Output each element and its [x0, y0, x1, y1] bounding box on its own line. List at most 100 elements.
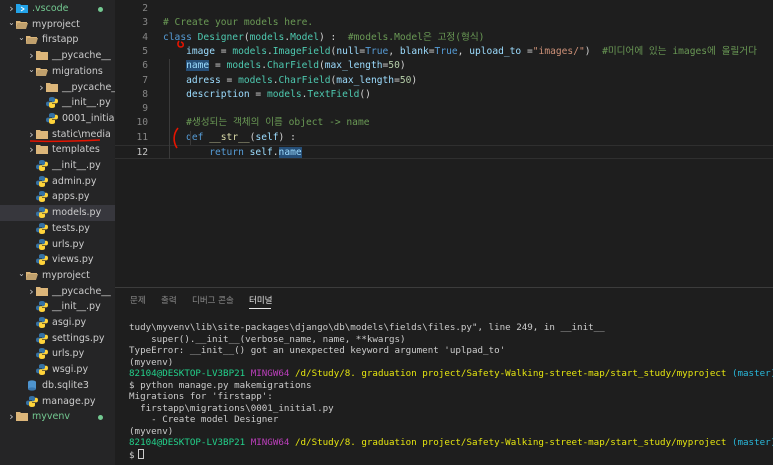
code-token: null	[336, 45, 360, 57]
explorer-item-views-py[interactable]: views.py	[0, 252, 115, 268]
explorer-item-templates[interactable]: › templates	[0, 142, 115, 158]
chevron-down-icon[interactable]: ⌄	[27, 65, 36, 74]
code-token: True	[365, 45, 389, 57]
code-line-11[interactable]: 11 def __str__(self) :	[115, 131, 773, 145]
folder-open-icon	[26, 270, 38, 281]
code-token: models	[249, 31, 285, 43]
chevron-down-icon[interactable]: ⌄	[17, 269, 26, 278]
code-token: TextField	[307, 88, 360, 100]
explorer-item-pycache[interactable]: › __pycache__	[0, 283, 115, 299]
chevron-down-icon[interactable]: ⌄	[17, 33, 26, 42]
code-token: # Create your models here.	[163, 17, 314, 29]
explorer-item-firstapp[interactable]: ⌄ firstapp	[0, 32, 115, 48]
explorer-item-label: myproject	[32, 18, 80, 30]
explorer-item-init-py[interactable]: __init__.py	[0, 95, 115, 111]
explorer-item-label: models.py	[52, 207, 102, 219]
terminal-line: Migrations for 'firstapp':	[129, 391, 273, 402]
python-file-icon	[36, 160, 48, 171]
code-text: class Designer(models.Model) : #models.M…	[163, 31, 484, 45]
explorer-item-models-py[interactable]: models.py	[0, 204, 115, 221]
terminal-line: tudy\myvenv\lib\site-packages\django\db\…	[129, 322, 605, 333]
explorer-item-label: views.py	[52, 254, 94, 266]
code-line-3[interactable]: 3 # Create your models here.	[115, 16, 773, 30]
panel-tab-0[interactable]: 문제	[130, 294, 146, 306]
explorer-item-manage-py[interactable]: manage.py	[0, 393, 115, 409]
line-number: 9	[142, 103, 148, 115]
terminal-text: tudy\myvenv\lib\site-packages\django\db\…	[129, 322, 605, 333]
chevron-right-icon[interactable]: ›	[7, 410, 16, 423]
panel-tab-1[interactable]: 출력	[161, 294, 177, 306]
code-line-7[interactable]: 7 adress = models.CharField(max_length=5…	[115, 74, 773, 88]
explorer-item-urls-py[interactable]: urls.py	[0, 236, 115, 252]
terminal-text: (master)	[726, 437, 773, 448]
code-token: )	[399, 60, 406, 72]
terminal-text: $	[129, 449, 135, 461]
panel-tab-2[interactable]: 디버그 콘솔	[192, 294, 234, 306]
explorer-item-tests-py[interactable]: tests.py	[0, 220, 115, 236]
explorer-item-migrations[interactable]: ⌄ migrations	[0, 63, 115, 79]
code-line-12[interactable]: 12 return self.name	[115, 145, 773, 160]
terminal-cursor[interactable]	[137, 448, 144, 459]
code-token: ,	[388, 45, 400, 57]
explorer-item-wsgi-py[interactable]: wsgi.py	[0, 362, 115, 378]
code-token: #미디어에 있는 images에 올릴거다	[602, 45, 757, 57]
folder-open-icon	[16, 19, 28, 30]
chevron-right-icon[interactable]: ›	[7, 2, 16, 15]
code-line-10[interactable]: 10 #생성되는 객체의 이름 object -> name	[115, 116, 773, 130]
active-tab-indicator	[249, 308, 271, 309]
code-line-8[interactable]: 8 description = models.TextField()	[115, 88, 773, 102]
folder-icon	[36, 144, 48, 155]
code-token: __str__	[209, 131, 250, 143]
panel-tab-3[interactable]: 터미널	[249, 294, 272, 306]
code-token: )	[584, 45, 603, 57]
code-token: ) :	[318, 31, 348, 43]
explorer-item-static-media[interactable]: › static\media	[0, 126, 115, 142]
explorer-item-label: myvenv	[32, 411, 70, 423]
code-line-4[interactable]: 4 class Designer(models.Model) : #models.…	[115, 31, 773, 45]
terminal-text: TypeError: __init__() got an unexpected …	[129, 345, 506, 356]
terminal-line: $ python manage.py makemigrations	[129, 380, 312, 391]
explorer-item-apps-py[interactable]: apps.py	[0, 189, 115, 205]
code-token: return	[209, 147, 250, 158]
explorer-item-pycache[interactable]: › __pycache__	[0, 79, 115, 95]
code-line-2[interactable]: 2	[115, 2, 773, 16]
chevron-right-icon[interactable]: ›	[27, 49, 36, 62]
explorer-item-0001-initial-py[interactable]: 0001_initial.py	[0, 110, 115, 126]
code-token: =	[220, 74, 239, 86]
chevron-right-icon[interactable]: ›	[27, 285, 36, 298]
explorer-item-vscode[interactable]: › .vscode	[0, 1, 115, 17]
explorer-item-init-py[interactable]: __init__.py	[0, 158, 115, 174]
folder-icon	[36, 129, 48, 140]
explorer-item-asgi-py[interactable]: asgi.py	[0, 315, 115, 331]
code-token: image	[186, 45, 215, 57]
explorer-item-admin-py[interactable]: admin.py	[0, 173, 115, 189]
terminal-text: - Create model Designer	[129, 414, 279, 425]
code-text: return self.name	[163, 146, 302, 160]
code-token: upload_to	[469, 45, 522, 57]
code-token: ) :	[278, 131, 296, 143]
explorer-item-init-py[interactable]: __init__.py	[0, 299, 115, 315]
code-line-9[interactable]: 9	[115, 102, 773, 116]
terminal-text: MINGW64	[250, 368, 295, 379]
python-file-icon	[36, 317, 48, 328]
explorer-item-myproject[interactable]: ⌄ myproject	[0, 267, 115, 283]
code-line-6[interactable]: 6 name = models.CharField(max_length=50)	[115, 59, 773, 73]
chevron-right-icon[interactable]: ›	[37, 81, 46, 94]
code-editor[interactable]: 12 return self.name 11 def __str__(self) …	[115, 0, 773, 287]
explorer-item-urls-py[interactable]: urls.py	[0, 346, 115, 362]
terminal-text: 82104@DESKTOP-LV3BP21	[129, 437, 251, 448]
folder-icon	[36, 50, 48, 61]
explorer-item-pycache[interactable]: › __pycache__	[0, 48, 115, 64]
explorer-item-db-sqlite3[interactable]: db.sqlite3	[0, 377, 115, 393]
chevron-down-icon[interactable]: ⌄	[7, 18, 16, 27]
explorer-item-myproject[interactable]: ⌄ myproject	[0, 16, 115, 32]
terminal-text: super().__init__(verbose_name, name, **k…	[129, 333, 406, 345]
explorer-item-settings-py[interactable]: settings.py	[0, 330, 115, 346]
code-line-5[interactable]: 5 image = models.ImageField(null=True, b…	[115, 45, 773, 59]
chevron-right-icon[interactable]: ›	[27, 143, 36, 156]
bottom-panel: 문제 출력 디버그 콘솔 터미널 tudy\myvenv\lib\site-packag…	[115, 287, 773, 465]
python-file-icon	[36, 238, 48, 250]
explorer-item-label: myproject	[42, 269, 90, 281]
chevron-right-icon[interactable]: ›	[27, 128, 36, 141]
explorer-item-myvenv[interactable]: › myvenv	[0, 409, 115, 425]
